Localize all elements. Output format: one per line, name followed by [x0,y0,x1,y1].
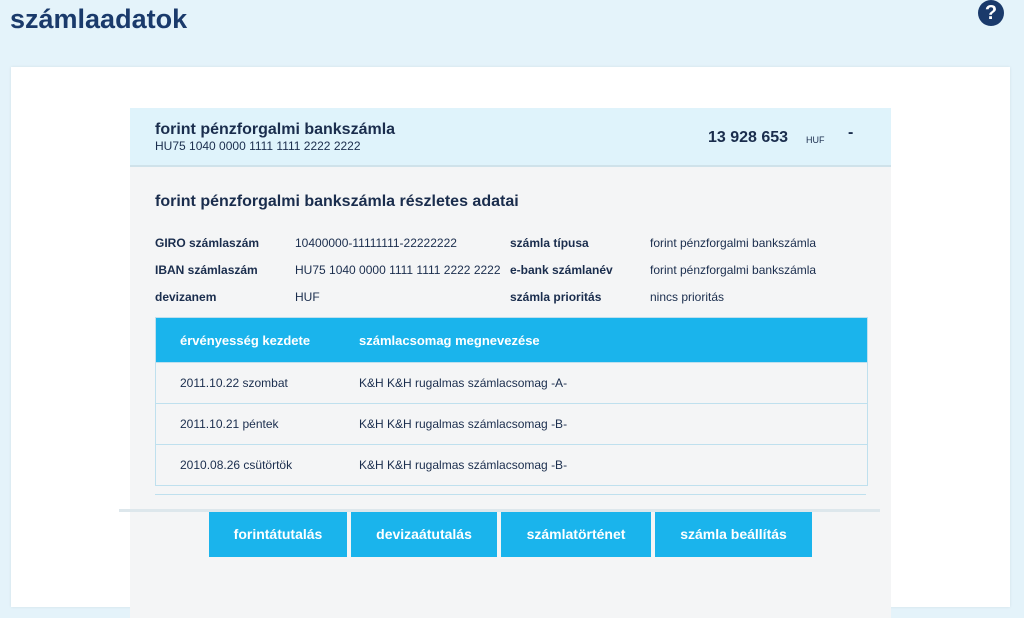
table-row: 2011.10.21 péntek K&H K&H rugalmas száml… [156,403,867,444]
detail-label: GIRO számlaszám [155,236,260,250]
page-title: számlaadatok [10,4,188,34]
detail-label: számla prioritás [510,290,602,304]
detail-label: devizanem [155,290,217,304]
detail-label: számla típusa [510,236,589,250]
cell-start-date: 2011.10.21 péntek [180,417,279,431]
detail-value: HUF [295,290,320,304]
cell-package-name: K&H K&H rugalmas számlacsomag -B- [359,458,568,472]
detail-value: HU75 1040 0000 1111 1111 2222 2222 [295,263,501,277]
question-circle-icon[interactable]: ? [978,0,1004,26]
detail-label: IBAN számlaszám [155,263,258,277]
divider [119,509,880,512]
content-card: forint pénzforgalmi bankszámla HU75 1040… [11,67,1010,618]
account-iban: HU75 1040 0000 1111 1111 2222 2222 [155,139,361,153]
detail-value: nincs prioritás [650,290,725,304]
account-collapse-toggle[interactable]: - [848,124,853,142]
top-bar: számlaadatok ? [0,0,1024,50]
detail-value: forint pénzforgalmi bankszámla [650,236,817,250]
table-row: 2010.08.26 csütörtök K&H K&H rugalmas sz… [156,444,867,485]
column-header-start-date: érvényesség kezdete [180,333,311,348]
account-panel: forint pénzforgalmi bankszámla HU75 1040… [130,108,891,618]
cell-start-date: 2011.10.22 szombat [180,376,288,390]
column-header-package-name: számlacsomag megnevezése [359,333,540,348]
fx-transfer-button[interactable]: devizaátutalás [351,511,497,557]
detail-label: e-bank számlanév [510,263,613,277]
cell-start-date: 2010.08.26 csütörtök [180,458,293,472]
table-header: érvényesség kezdete számlacsomag megneve… [156,318,867,362]
account-header[interactable]: forint pénzforgalmi bankszámla HU75 1040… [130,108,891,167]
forint-transfer-button[interactable]: forintátutalás [209,511,347,557]
account-name: forint pénzforgalmi bankszámla [155,121,396,138]
divider [155,494,866,495]
account-settings-button[interactable]: számla beállítás [655,511,812,557]
account-balance: 13 928 653 [708,129,789,146]
cell-package-name: K&H K&H rugalmas számlacsomag -A- [359,376,568,390]
account-currency: HUF [806,135,825,145]
package-table: érvényesség kezdete számlacsomag megneve… [155,317,868,486]
table-row: 2011.10.22 szombat K&H K&H rugalmas szám… [156,362,867,403]
detail-value: 10400000-11111111-22222222 [295,236,457,250]
detail-value: forint pénzforgalmi bankszámla [650,263,817,277]
details-title: forint pénzforgalmi bankszámla részletes… [155,193,519,210]
cell-package-name: K&H K&H rugalmas számlacsomag -B- [359,417,568,431]
account-history-button[interactable]: számlatörténet [501,511,651,557]
